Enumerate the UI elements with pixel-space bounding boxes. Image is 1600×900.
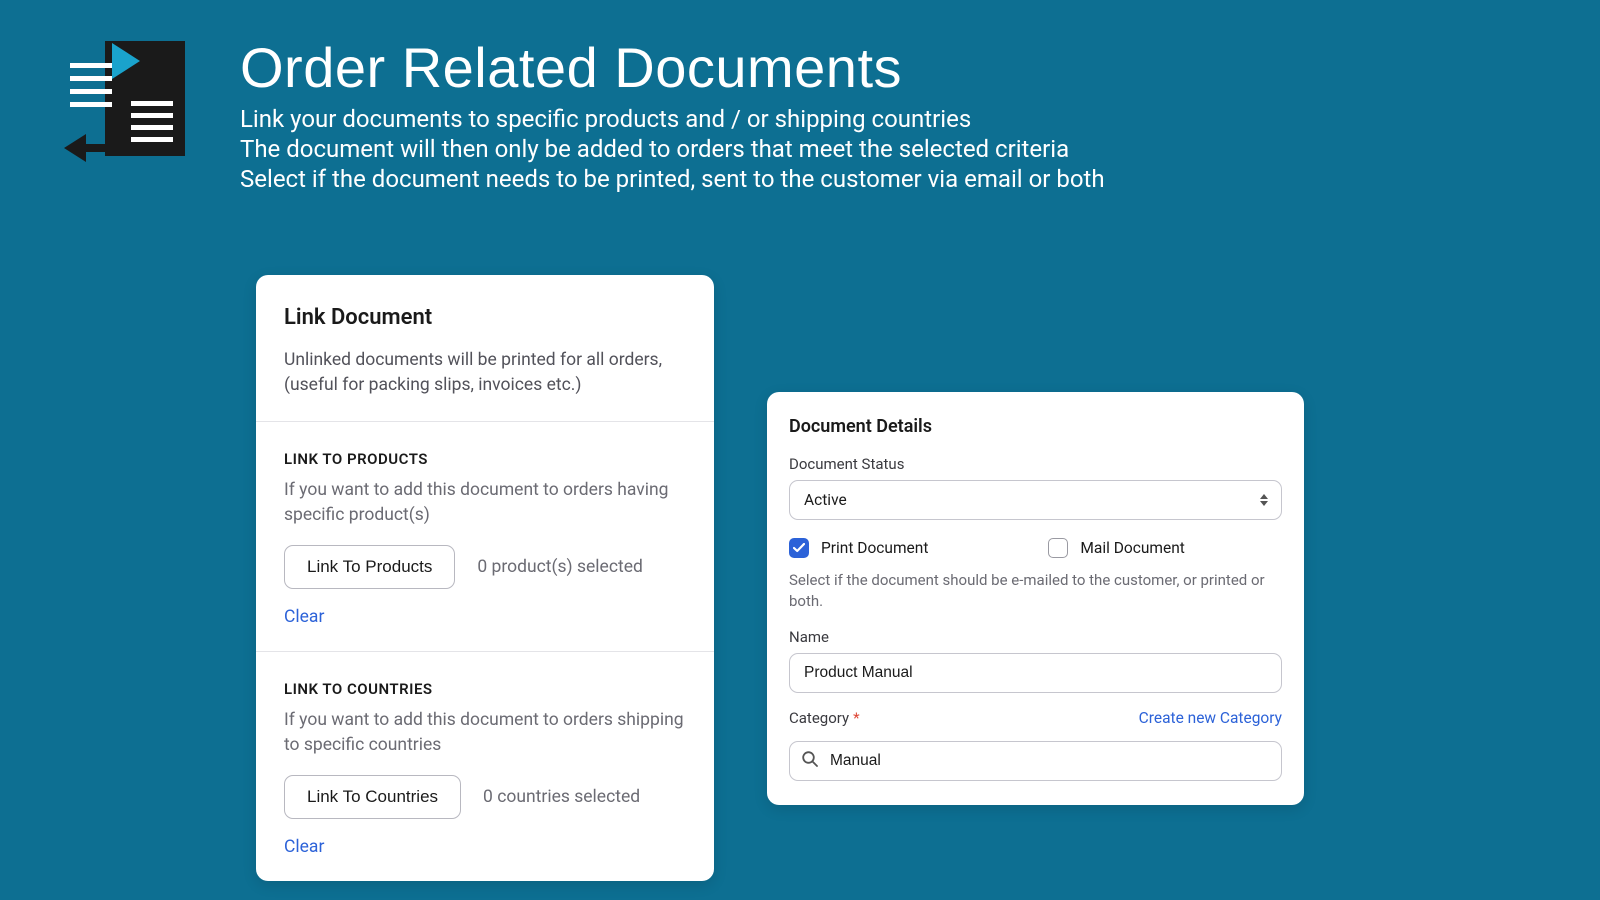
mail-checkbox[interactable] — [1048, 538, 1068, 558]
link-document-title: Link Document — [284, 305, 686, 330]
print-label: Print Document — [821, 539, 928, 557]
countries-selected-count: 0 countries selected — [483, 787, 640, 807]
print-checkbox[interactable] — [789, 538, 809, 558]
link-document-panel: Link Document Unlinked documents will be… — [256, 275, 714, 881]
mail-document-option[interactable]: Mail Document — [1048, 538, 1184, 558]
status-label: Document Status — [789, 455, 1282, 473]
status-select[interactable]: Active — [789, 480, 1282, 520]
link-products-heading: LINK TO PRODUCTS — [284, 450, 686, 468]
page-title: Order Related Documents — [240, 35, 1105, 100]
check-icon — [793, 543, 805, 553]
arrow-right-icon — [112, 43, 140, 79]
delivery-help-text: Select if the document should be e-maile… — [789, 570, 1282, 612]
app-logo — [70, 41, 185, 156]
page-subtitle-3: Select if the document needs to be print… — [240, 164, 1105, 194]
link-document-description: Unlinked documents will be printed for a… — [284, 348, 686, 397]
link-countries-heading: LINK TO COUNTRIES — [284, 680, 686, 698]
document-details-panel: Document Details Document Status Active … — [767, 392, 1304, 805]
link-to-countries-button[interactable]: Link To Countries — [284, 775, 461, 819]
link-to-products-button[interactable]: Link To Products — [284, 545, 455, 589]
print-document-option[interactable]: Print Document — [789, 538, 928, 558]
document-details-title: Document Details — [789, 416, 1282, 437]
link-products-description: If you want to add this document to orde… — [284, 478, 686, 527]
mail-label: Mail Document — [1080, 539, 1184, 557]
category-label: Category* — [789, 709, 860, 727]
create-category-link[interactable]: Create new Category — [1139, 709, 1282, 727]
page-subtitle-2: The document will then only be added to … — [240, 134, 1105, 164]
clear-products-link[interactable]: Clear — [284, 607, 324, 627]
name-label: Name — [789, 628, 1282, 646]
search-icon — [801, 750, 819, 772]
link-countries-description: If you want to add this document to orde… — [284, 708, 686, 757]
arrow-left-icon — [64, 134, 86, 162]
page-subtitle-1: Link your documents to specific products… — [240, 104, 1105, 134]
clear-countries-link[interactable]: Clear — [284, 837, 324, 857]
products-selected-count: 0 product(s) selected — [477, 557, 642, 577]
category-input[interactable] — [789, 741, 1282, 781]
name-input[interactable] — [789, 653, 1282, 693]
